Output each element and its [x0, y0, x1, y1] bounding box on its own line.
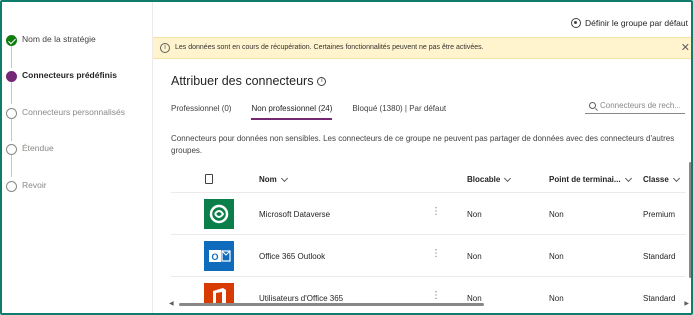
- vertical-scrollbar[interactable]: [689, 160, 691, 286]
- app-frame: Nom de la stratégie Connecteurs prédéfin…: [0, 0, 693, 315]
- connector-name[interactable]: Office 365 Outlook: [259, 252, 325, 261]
- endpoint-value: Non: [549, 210, 564, 219]
- search-input[interactable]: [600, 101, 680, 110]
- scrollbar-thumb[interactable]: [179, 303, 484, 306]
- gear-icon: [570, 18, 581, 28]
- more-options-icon[interactable]: ⋯: [430, 248, 441, 258]
- chevron-down-icon: [504, 174, 512, 182]
- step-custom-connectors[interactable]: Connecteurs personnalisés: [2, 104, 152, 124]
- horizontal-scrollbar[interactable]: ◀ ▶: [169, 301, 689, 307]
- table-row[interactable]: Microsoft Dataverse ⋯ Non Non Premium: [171, 194, 686, 235]
- endpoint-value: Non: [549, 252, 564, 261]
- blockable-value: Non: [467, 252, 482, 261]
- top-bar: Définir le groupe par défaut: [153, 2, 691, 36]
- blockable-value: Non: [467, 210, 482, 219]
- step-label: Étendue: [22, 143, 54, 153]
- main-panel: Définir le groupe par défaut i Les donné…: [152, 2, 691, 313]
- tab-blocked[interactable]: Bloqué (1380) | Par défaut: [352, 104, 446, 120]
- set-default-group-button[interactable]: Définir le groupe par défaut: [570, 18, 688, 28]
- step-label: Nom de la stratégie: [22, 34, 96, 44]
- step-review[interactable]: Revoir: [2, 177, 152, 197]
- svg-text:O: O: [211, 252, 218, 262]
- page-title: Attribuer des connecteurs i: [171, 74, 327, 88]
- close-icon[interactable]: ✕: [681, 41, 690, 54]
- tab-description: Connecteurs pour données non sensibles. …: [171, 134, 675, 155]
- tab-business[interactable]: Professionnel (0): [171, 104, 231, 120]
- pending-step-icon: [6, 108, 17, 119]
- tab-non-business[interactable]: Non professionnel (24): [251, 104, 333, 120]
- class-value: Premium: [643, 210, 676, 219]
- current-step-icon: [6, 71, 17, 82]
- scroll-right-icon[interactable]: ▶: [684, 300, 689, 307]
- search-box: [585, 98, 685, 114]
- check-icon: [6, 35, 17, 46]
- step-scope[interactable]: Étendue: [2, 140, 152, 160]
- chevron-down-icon: [280, 174, 288, 182]
- column-header-label: Nom: [259, 175, 277, 184]
- tab-bar: Professionnel (0) Non professionnel (24)…: [171, 104, 466, 120]
- info-icon: i: [160, 43, 170, 53]
- table-row[interactable]: O Office 365 Outlook ⋯ Non Non Standard: [171, 236, 686, 277]
- column-header-label: Classe: [643, 175, 669, 184]
- connectors-table: Nom Blocable Point de terminai... Classe: [171, 165, 686, 305]
- connector-name[interactable]: Microsoft Dataverse: [259, 210, 330, 219]
- step-prebuilt-connectors[interactable]: Connecteurs prédéfinis: [2, 67, 152, 87]
- column-header-class[interactable]: Classe: [643, 174, 680, 184]
- table-header: Nom Blocable Point de terminai... Classe: [171, 165, 686, 193]
- column-header-name[interactable]: Nom: [259, 174, 288, 184]
- dataverse-logo: [204, 199, 234, 229]
- chevron-down-icon: [624, 174, 632, 182]
- pending-step-icon: [6, 144, 17, 155]
- step-label: Connecteurs personnalisés: [22, 107, 126, 117]
- banner-message: Les données sont en cours de récupératio…: [175, 44, 484, 51]
- pending-step-icon: [6, 181, 17, 192]
- more-options-icon[interactable]: ⋯: [430, 290, 441, 300]
- wizard-stepper: Nom de la stratégie Connecteurs prédéfin…: [2, 2, 152, 313]
- column-header-endpoint[interactable]: Point de terminai...: [549, 174, 632, 184]
- page-title-text: Attribuer des connecteurs: [171, 74, 314, 88]
- search-icon: [589, 102, 596, 109]
- outlook-logo: O: [204, 241, 234, 271]
- column-header-label: Point de terminai...: [549, 175, 621, 184]
- info-circle-icon[interactable]: i: [317, 76, 327, 86]
- step-label: Connecteurs prédéfinis: [22, 70, 117, 80]
- chevron-down-icon: [672, 174, 680, 182]
- class-value: Standard: [643, 252, 676, 261]
- more-options-icon[interactable]: ⋯: [430, 206, 441, 216]
- column-header-label: Blocable: [467, 175, 501, 184]
- column-header-blockable[interactable]: Blocable: [467, 174, 512, 184]
- file-type-icon: [205, 174, 213, 184]
- scrollbar-thumb[interactable]: [689, 162, 691, 278]
- step-policy-name[interactable]: Nom de la stratégie: [2, 31, 152, 51]
- info-banner: i Les données sont en cours de récupérat…: [153, 37, 691, 59]
- scroll-left-icon[interactable]: ◀: [169, 300, 174, 307]
- set-default-group-label: Définir le groupe par défaut: [584, 18, 688, 28]
- step-label: Revoir: [22, 180, 47, 190]
